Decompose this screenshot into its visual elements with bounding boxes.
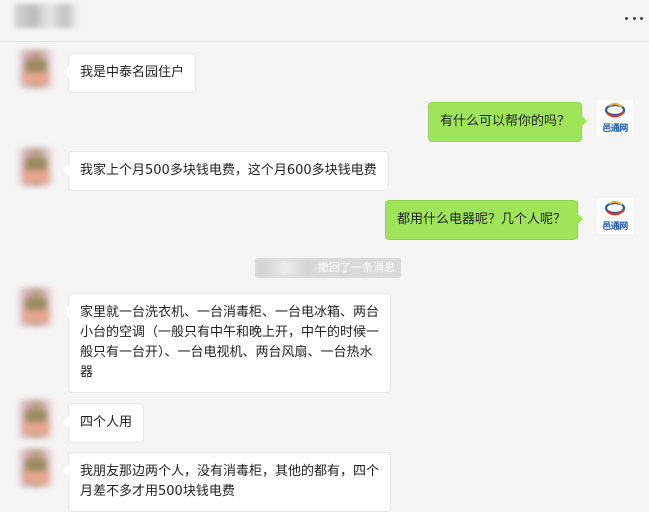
chat-header <box>0 0 649 42</box>
message-bubble-incoming[interactable]: 我是中泰名园住户 <box>62 53 197 93</box>
site-logo-avatar[interactable]: 邑通网 <box>597 100 633 136</box>
message-bubble-incoming[interactable]: 四个人用 <box>62 403 145 443</box>
user-avatar[interactable] <box>19 50 53 88</box>
message-bubble-incoming[interactable]: 家里就一台洗衣机、一台消毒柜、一台电冰箱、两台 小台的空调（一般只有中午和晚上开… <box>62 293 392 393</box>
chat-title-blurred <box>14 4 78 28</box>
message-bubble-outgoing[interactable]: 都用什么电器呢？几个人呢？ <box>385 200 584 240</box>
user-avatar[interactable] <box>19 148 53 186</box>
message-bubble-incoming[interactable]: 我家上个月500多块钱电费，这个月600多块钱电费 <box>63 151 389 191</box>
recall-notice-name-blurred <box>259 261 311 275</box>
message-bubble-outgoing[interactable]: 有什么可以帮你的吗？ <box>428 102 588 142</box>
logo-text: 邑通网 <box>602 124 628 134</box>
message-bubble-incoming[interactable]: 我朋友那边两个人，没有消毒柜，其他的都有，四个 月差不多才用500块钱电费 <box>62 452 392 512</box>
site-logo-avatar[interactable]: 邑通网 <box>597 198 633 234</box>
user-avatar[interactable] <box>19 449 53 487</box>
logo-text: 邑通网 <box>602 222 628 232</box>
recall-notice-text: 撤回了一条消息 <box>318 261 395 274</box>
more-icon[interactable] <box>625 14 643 22</box>
user-avatar[interactable] <box>19 288 53 326</box>
user-avatar[interactable] <box>19 400 53 438</box>
recall-notice: 撤回了一条消息 <box>255 258 401 278</box>
